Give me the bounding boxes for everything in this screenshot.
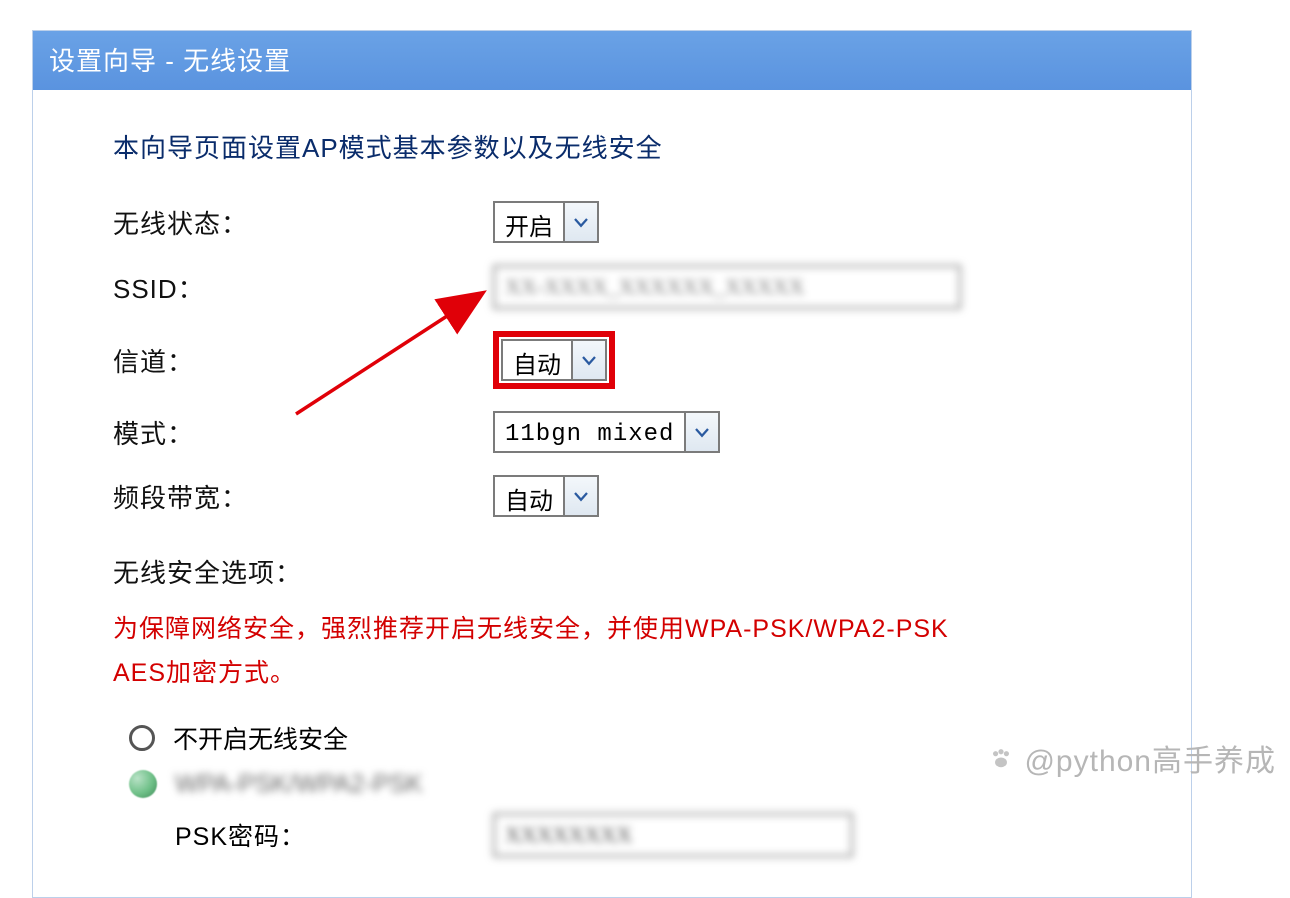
ssid-input[interactable] [493, 265, 961, 309]
select-channel-value: 自动 [503, 341, 571, 379]
radio-unchecked-icon [129, 725, 155, 751]
chevron-down-icon[interactable] [684, 413, 718, 451]
security-warning-text: 为保障网络安全，强烈推荐开启无线安全，并使用WPA-PSK/WPA2-PSK A… [113, 608, 983, 696]
watermark-text: @python高手养成 [1024, 736, 1276, 780]
label-wireless-status: 无线状态： [113, 204, 493, 241]
chevron-down-icon[interactable] [563, 477, 597, 515]
paw-icon [986, 743, 1016, 773]
label-psk-password: PSK密码： [175, 817, 493, 853]
intro-text: 本向导页面设置AP模式基本参数以及无线安全 [113, 128, 1155, 165]
select-wireless-status-value: 开启 [495, 203, 563, 241]
label-bandwidth: 频段带宽： [113, 478, 493, 515]
watermark: @python高手养成 [986, 736, 1276, 780]
select-wireless-status[interactable]: 开启 [493, 201, 599, 243]
psk-password-input[interactable] [493, 813, 853, 857]
select-channel[interactable]: 自动 [501, 339, 607, 381]
channel-highlight-box: 自动 [493, 331, 615, 389]
security-section-label: 无线安全选项： [113, 553, 1155, 590]
radio-checked-icon [129, 770, 157, 798]
row-mode: 模式： 11bgn mixed [113, 411, 1155, 453]
select-bandwidth-value: 自动 [495, 477, 563, 515]
radio-disable-label: 不开启无线安全 [173, 720, 348, 756]
select-mode-value: 11bgn mixed [495, 413, 684, 451]
row-channel: 信道： 自动 [113, 331, 1155, 389]
panel-title: 设置向导 - 无线设置 [33, 31, 1191, 90]
row-ssid: SSID： [113, 265, 1155, 309]
label-ssid: SSID： [113, 269, 493, 306]
radio-wpa-label: WPA-PSK/WPA2-PSK [175, 770, 423, 799]
chevron-down-icon[interactable] [571, 341, 605, 379]
label-mode: 模式： [113, 414, 493, 451]
chevron-down-icon[interactable] [563, 203, 597, 241]
row-psk-password: PSK密码： [175, 813, 1155, 857]
row-bandwidth: 频段带宽： 自动 [113, 475, 1155, 517]
row-wireless-status: 无线状态： 开启 [113, 201, 1155, 243]
select-mode[interactable]: 11bgn mixed [493, 411, 720, 453]
label-channel: 信道： [113, 342, 493, 379]
select-bandwidth[interactable]: 自动 [493, 475, 599, 517]
